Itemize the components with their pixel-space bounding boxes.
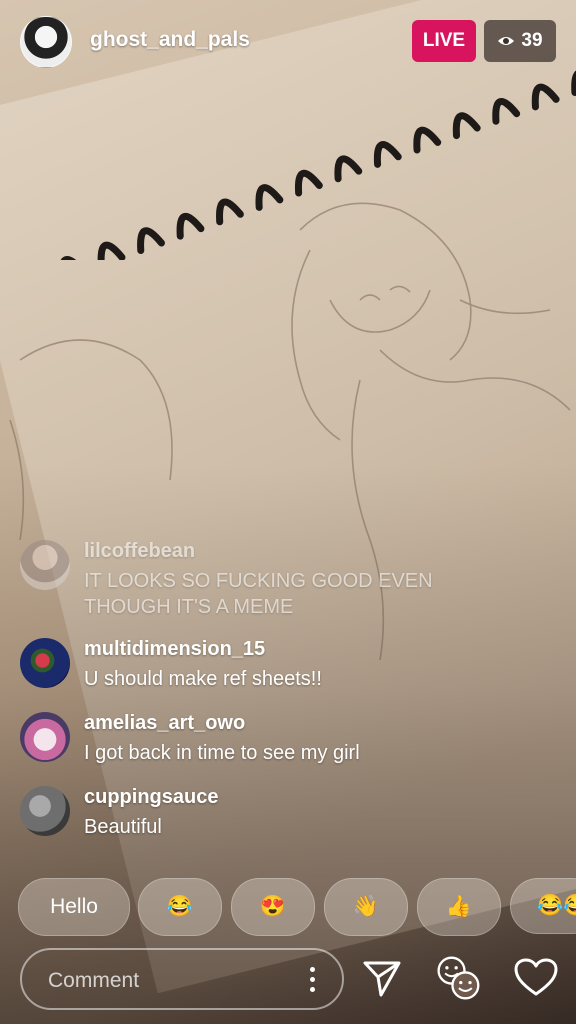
viewer-count: 39 (521, 30, 543, 51)
comment-username[interactable]: lilcoffebean (84, 540, 195, 563)
reactions-button[interactable] (434, 954, 482, 1002)
faces-icon (437, 956, 480, 1000)
comment-username[interactable]: multidimension_15 (84, 638, 265, 661)
quick-reactions-row: Hello 😂 😍 👋 👍 😂😂 (18, 878, 576, 936)
comment-item: amelias_art_owo I got back in time to se… (20, 712, 560, 768)
eye-icon (498, 37, 515, 45)
send-icon (363, 961, 401, 997)
comment-text: Beautiful (84, 816, 162, 838)
tears-of-joy-icon[interactable]: 😂 (138, 878, 222, 936)
viewer-count-badge[interactable]: 39 (484, 20, 556, 62)
heart-icon (514, 958, 558, 996)
send-button[interactable] (358, 954, 406, 1002)
comment-username[interactable]: cuppingsauce (84, 786, 218, 809)
thumbs-up-icon[interactable]: 👍 (417, 878, 501, 936)
waving-hand-icon[interactable]: 👋 (324, 878, 408, 936)
comment-text: I got back in time to see my girl (84, 742, 360, 764)
live-header: ghost_and_pals LIVE 39 (0, 0, 576, 84)
comment-item: multidimension_15 U should make ref shee… (20, 638, 560, 694)
comment-input[interactable] (46, 964, 300, 998)
comment-text: IT LOOKS SO FUCKING GOOD EVEN THOUGH IT'… (84, 570, 433, 618)
commenter-avatar[interactable] (20, 638, 70, 688)
tears-of-joy-double-icon[interactable]: 😂😂 (510, 878, 576, 934)
comment-username[interactable]: amelias_art_owo (84, 712, 245, 735)
quick-reply-hello[interactable]: Hello (18, 878, 130, 936)
heart-eyes-icon[interactable]: 😍 (231, 878, 315, 936)
host-username[interactable]: ghost_and_pals (90, 28, 250, 52)
commenter-avatar[interactable] (20, 540, 70, 590)
more-options-icon[interactable] (306, 964, 318, 996)
comment-item: lilcoffebean IT LOOKS SO FUCKING GOOD EV… (20, 540, 560, 620)
comment-text: U should make ref sheets!! (84, 668, 322, 690)
commenter-avatar[interactable] (20, 786, 70, 836)
comment-item: cuppingsauce Beautiful (20, 786, 560, 842)
live-badge: LIVE (412, 20, 476, 62)
like-button[interactable] (512, 954, 560, 1002)
host-avatar[interactable] (20, 16, 72, 68)
commenter-avatar[interactable] (20, 712, 70, 762)
comment-field[interactable] (20, 948, 344, 1010)
